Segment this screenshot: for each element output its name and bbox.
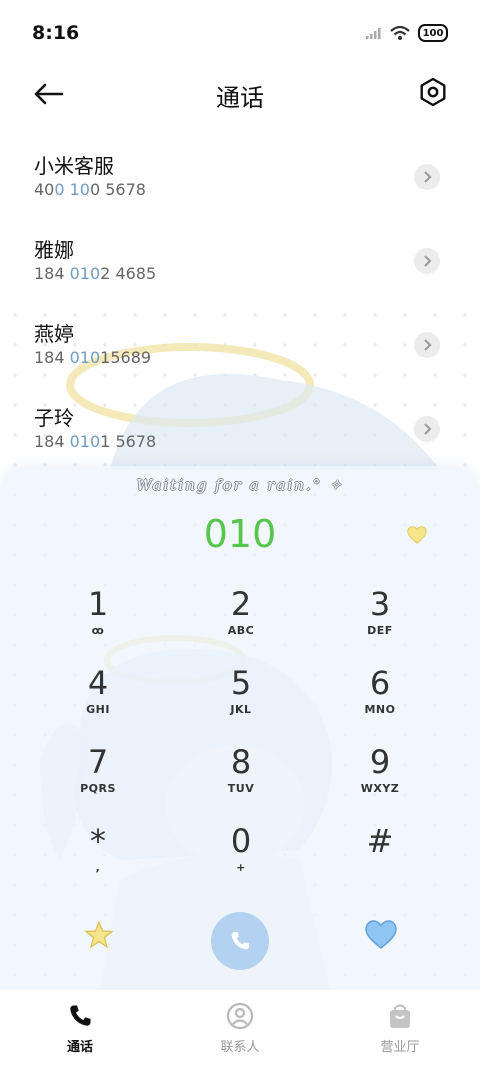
contact-name: 燕婷 xyxy=(34,322,74,346)
call-action-row xyxy=(0,912,480,976)
dial-key-hash[interactable]: # xyxy=(320,823,440,895)
phone-icon xyxy=(70,1005,91,1026)
bottom-navigation: 通话 联系人 营业厅 xyxy=(0,990,480,1067)
nav-tab-calls[interactable]: 通话 xyxy=(0,990,160,1067)
shopping-bag-icon xyxy=(390,1004,410,1028)
dial-key-5[interactable]: 5 JKL xyxy=(181,665,301,737)
key-digit: 5 xyxy=(230,664,252,702)
nav-label: 营业厅 xyxy=(380,1040,420,1055)
call-detail-button[interactable] xyxy=(414,164,440,190)
yellow-heart-icon[interactable] xyxy=(406,524,428,546)
signal-icon xyxy=(366,28,381,39)
key-letters: WXYZ xyxy=(360,782,400,795)
recent-call-item[interactable]: 燕婷 184 01015689 xyxy=(0,306,480,390)
status-bar: 8:16 100 xyxy=(0,0,480,66)
key-digit: 3 xyxy=(369,585,391,623)
chevron-right-icon xyxy=(424,255,432,267)
nav-label: 联系人 xyxy=(220,1040,260,1055)
dial-key-2[interactable]: 2 ABC xyxy=(181,586,301,658)
contact-number: 184 0101 5678 xyxy=(34,432,157,451)
contact-name: 子玲 xyxy=(34,406,74,430)
call-detail-button[interactable] xyxy=(414,332,440,358)
dialpad-panel: Waiting for a rain.° ✧ 010 1 ꝏ 2 ABC 3 D… xyxy=(0,466,480,990)
phone-icon xyxy=(231,932,249,950)
dial-key-star[interactable]: * , xyxy=(38,823,158,895)
chevron-right-icon xyxy=(424,171,432,183)
key-digit: 1 xyxy=(87,585,109,623)
wifi-icon xyxy=(390,25,410,40)
recent-call-item[interactable]: 小米客服 400 100 5678 xyxy=(0,138,480,222)
nav-label: 通话 xyxy=(66,1040,93,1055)
app-header: 通话 xyxy=(0,66,480,122)
key-letters: MNO xyxy=(364,703,396,716)
call-button[interactable] xyxy=(211,912,269,970)
recent-call-item[interactable]: 雅娜 184 0102 4685 xyxy=(0,222,480,306)
key-digit: 4 xyxy=(87,664,109,702)
recent-calls-list: 小米客服 400 100 5678 雅娜 184 0102 4685 燕婷 18… xyxy=(0,138,480,474)
contacts-icon xyxy=(226,1002,254,1030)
key-digit: 0 xyxy=(230,822,252,860)
key-letters: PQRS xyxy=(80,782,116,795)
key-digit: 9 xyxy=(369,743,391,781)
status-time: 8:16 xyxy=(32,22,80,44)
star-icon[interactable] xyxy=(84,920,114,950)
page-title: 通话 xyxy=(216,84,264,112)
dial-key-3[interactable]: 3 DEF xyxy=(320,586,440,658)
contact-number: 184 0102 4685 xyxy=(34,264,157,283)
key-digit: * xyxy=(90,822,106,860)
voicemail-icon: ꝏ xyxy=(91,624,105,637)
battery-icon: 100 xyxy=(418,24,448,42)
settings-icon[interactable] xyxy=(418,77,448,107)
key-digit: 7 xyxy=(87,743,109,781)
contact-number: 400 100 5678 xyxy=(34,180,146,199)
key-digit: 6 xyxy=(369,664,391,702)
nav-tab-service-hall[interactable]: 营业厅 xyxy=(320,990,480,1067)
nav-tab-contacts[interactable]: 联系人 xyxy=(160,990,320,1067)
signature-text: Waiting for a rain.° ✧ xyxy=(136,476,344,494)
key-letters: , xyxy=(95,861,101,874)
contact-name: 小米客服 xyxy=(34,154,114,178)
dial-key-0[interactable]: 0 + xyxy=(181,823,301,895)
chevron-right-icon xyxy=(424,339,432,351)
dial-key-8[interactable]: 8 TUV xyxy=(181,744,301,816)
key-digit: # xyxy=(366,822,394,860)
key-letters: JKL xyxy=(230,703,252,716)
key-letters: TUV xyxy=(227,782,255,795)
dial-key-7[interactable]: 7 PQRS xyxy=(38,744,158,816)
call-detail-button[interactable] xyxy=(414,248,440,274)
key-digit: 8 xyxy=(230,743,252,781)
blue-heart-icon[interactable] xyxy=(364,918,398,952)
dial-key-4[interactable]: 4 GHI xyxy=(38,665,158,737)
call-detail-button[interactable] xyxy=(414,416,440,442)
key-letters: + xyxy=(236,861,246,874)
dial-key-9[interactable]: 9 WXYZ xyxy=(320,744,440,816)
contact-name: 雅娜 xyxy=(34,238,74,262)
chevron-right-icon xyxy=(424,423,432,435)
recent-call-item[interactable]: 子玲 184 0101 5678 xyxy=(0,390,480,474)
key-letters: GHI xyxy=(86,703,110,716)
key-letters: DEF xyxy=(367,624,393,637)
contact-number: 184 01015689 xyxy=(34,348,152,367)
key-digit: 2 xyxy=(230,585,252,623)
dial-key-1[interactable]: 1 ꝏ xyxy=(38,586,158,658)
key-letters: ABC xyxy=(227,624,255,637)
dial-key-6[interactable]: 6 MNO xyxy=(320,665,440,737)
